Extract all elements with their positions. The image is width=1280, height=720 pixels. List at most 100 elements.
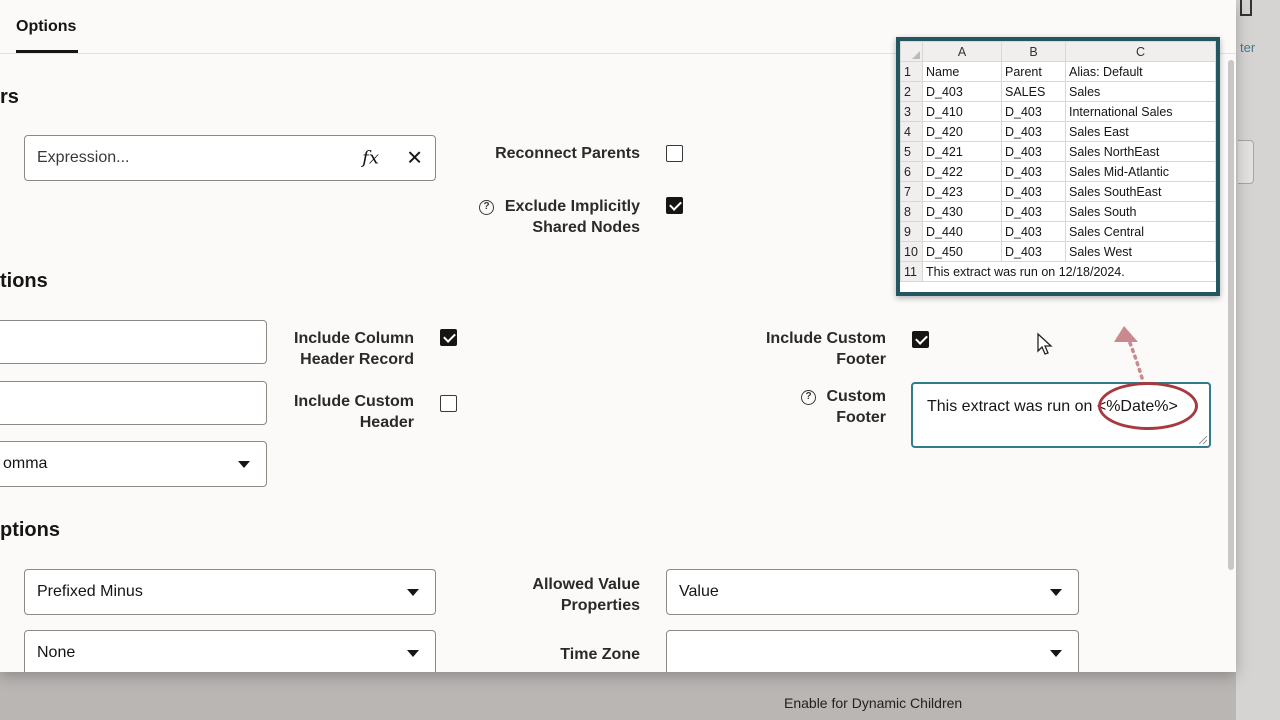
table-cell: Alias: Default <box>1065 61 1216 82</box>
table-row: 7 D_423 D_403 Sales SouthEast <box>900 181 1216 202</box>
resize-handle-icon[interactable] <box>1199 436 1207 444</box>
text-input-1[interactable] <box>0 320 267 364</box>
table-row: 11 This extract was run on 12/18/2024. <box>900 261 1216 282</box>
table-cell: International Sales <box>1065 101 1216 122</box>
row-number: 1 <box>900 61 923 82</box>
section-title-format: ptions <box>0 519 60 541</box>
row-number: 4 <box>900 121 923 142</box>
include-column-header-checkbox[interactable] <box>440 329 457 346</box>
spreadsheet-preview: A B C 1 Name Parent Alias: Default 2 D_403 SA… <box>896 37 1220 296</box>
allowed-value-properties-line2: Properties <box>560 597 640 614</box>
chevron-down-icon <box>407 650 419 657</box>
include-custom-footer-checkbox[interactable] <box>912 331 929 348</box>
footer-cell: This extract was run on 12/18/2024. <box>922 261 1216 282</box>
table-cell: D_421 <box>922 141 1002 162</box>
table-row: 2 D_403 SALES Sales <box>900 81 1216 102</box>
table-cell: D_403 <box>922 81 1002 102</box>
table-cell: Sales Central <box>1065 221 1216 242</box>
table-cell: Sales South <box>1065 201 1216 222</box>
function-builder-icon[interactable]: fx <box>362 148 379 169</box>
include-custom-header-line1: Include Custom <box>293 393 414 410</box>
allowed-value-properties-value: Value <box>679 583 719 600</box>
table-cell: Sales East <box>1065 121 1216 142</box>
table-row: 8 D_430 D_403 Sales South <box>900 201 1216 222</box>
select-all-corner <box>900 41 923 62</box>
text-input-2[interactable] <box>0 381 267 425</box>
table-cell: Sales Mid-Atlantic <box>1065 161 1216 182</box>
exclude-shared-label-line1: Exclude Implicitly <box>504 198 640 215</box>
row-number: 10 <box>900 241 923 262</box>
allowed-value-properties-label: Allowed Value Properties <box>440 574 640 616</box>
column-header: B <box>1001 41 1066 62</box>
chevron-down-icon <box>238 461 250 468</box>
active-tab-indicator <box>16 50 78 53</box>
allowed-value-properties-line1: Allowed Value <box>532 576 640 593</box>
chevron-down-icon <box>407 589 419 596</box>
table-cell: D_403 <box>1001 101 1066 122</box>
chevron-down-icon <box>1050 650 1062 657</box>
table-cell: D_403 <box>1001 161 1066 182</box>
table-cell: D_403 <box>1001 221 1066 242</box>
time-zone-select[interactable] <box>666 630 1079 672</box>
table-row: 1 Name Parent Alias: Default <box>900 61 1216 82</box>
negative-format-select[interactable]: Prefixed Minus <box>24 569 436 615</box>
exclude-shared-label: Exclude Implicitly Shared Nodes <box>440 196 640 238</box>
row-number: 3 <box>900 101 923 122</box>
include-column-header-line1: Include Column <box>294 330 414 347</box>
table-cell: Sales SouthEast <box>1065 181 1216 202</box>
second-format-select[interactable]: None <box>24 630 436 672</box>
include-column-header-line2: Header Record <box>300 351 414 368</box>
delimiter-select[interactable]: omma <box>0 441 267 487</box>
spreadsheet-table: A B C 1 Name Parent Alias: Default 2 D_403 SA… <box>900 41 1216 282</box>
second-format-value: None <box>37 644 76 661</box>
tab-options[interactable]: Options <box>16 18 76 36</box>
table-row: 4 D_420 D_403 Sales East <box>900 121 1216 142</box>
table-cell: Sales West <box>1065 241 1216 262</box>
reconnect-parents-label: Reconnect Parents <box>495 145 640 162</box>
table-cell: D_420 <box>922 121 1002 142</box>
table-cell: D_403 <box>1001 241 1066 262</box>
annotation-arrow-icon <box>1114 326 1144 380</box>
table-cell: Sales <box>1065 81 1216 102</box>
table-cell: D_403 <box>1001 181 1066 202</box>
table-cell: D_403 <box>1001 141 1066 162</box>
column-header: A <box>922 41 1002 62</box>
table-cell: D_422 <box>922 161 1002 182</box>
row-number: 2 <box>900 81 923 102</box>
row-number: 9 <box>900 221 923 242</box>
scrollbar[interactable] <box>1228 60 1234 570</box>
time-zone-label: Time Zone <box>560 646 640 663</box>
row-number: 7 <box>900 181 923 202</box>
table-cell: D_430 <box>922 201 1002 222</box>
table-cell: D_423 <box>922 181 1002 202</box>
exclude-shared-checkbox[interactable] <box>666 197 683 214</box>
include-custom-header-label: Include Custom Header <box>254 391 414 433</box>
chevron-down-icon <box>1050 589 1062 596</box>
include-custom-footer-line2: Footer <box>836 351 886 368</box>
filter-expression-input[interactable]: Expression... fx ✕ <box>24 135 436 181</box>
section-title-filters: rs <box>0 86 19 108</box>
table-cell: Parent <box>1001 61 1066 82</box>
expression-placeholder: Expression... <box>37 149 130 166</box>
exclude-shared-label-line2: Shared Nodes <box>532 219 640 236</box>
table-row: 6 D_422 D_403 Sales Mid-Atlantic <box>900 161 1216 182</box>
table-row: 9 D_440 D_403 Sales Central <box>900 221 1216 242</box>
mouse-cursor-icon <box>1037 332 1053 355</box>
reconnect-parents-checkbox[interactable] <box>666 145 683 162</box>
row-number: 5 <box>900 141 923 162</box>
include-column-header-label: Include Column Header Record <box>254 328 414 370</box>
include-custom-header-checkbox[interactable] <box>440 395 457 412</box>
custom-footer-label-line1: Custom <box>826 388 886 405</box>
row-number: 8 <box>900 201 923 222</box>
enable-dynamic-children-label: Enable for Dynamic Children <box>784 695 963 711</box>
background-link[interactable]: ter <box>1240 40 1255 55</box>
delimiter-value: omma <box>3 455 48 472</box>
include-custom-header-line2: Header <box>359 414 414 431</box>
close-icon[interactable]: ✕ <box>406 146 423 171</box>
custom-footer-label: Custom Footer <box>726 386 886 428</box>
table-cell: D_403 <box>1001 121 1066 142</box>
panel-icon <box>1240 0 1252 16</box>
allowed-value-properties-select[interactable]: Value <box>666 569 1079 615</box>
table-cell: SALES <box>1001 81 1066 102</box>
table-row: 3 D_410 D_403 International Sales <box>900 101 1216 122</box>
